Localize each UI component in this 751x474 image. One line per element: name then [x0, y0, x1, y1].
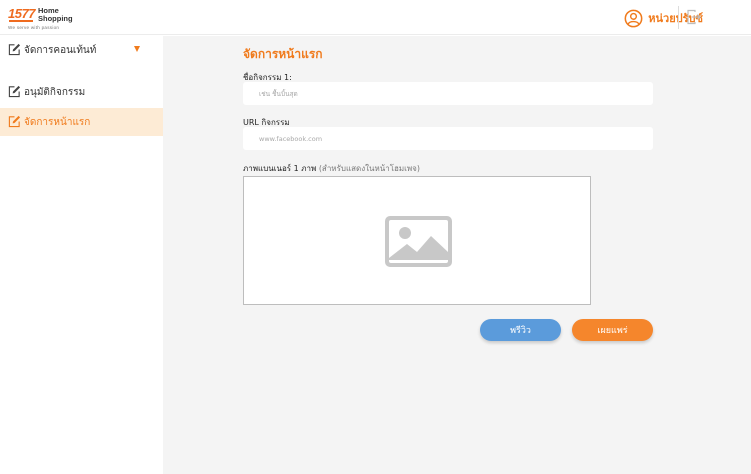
- preview-button[interactable]: พรีวิว: [480, 319, 561, 341]
- logout-icon[interactable]: [686, 9, 702, 25]
- edit-icon: [8, 115, 21, 128]
- main-content: จัดการหน้าแรก ชื่อกิจกรรม 1: URL กิจกรรม…: [163, 36, 751, 474]
- brand-logo[interactable]: 1577 Home Shopping We serve with passion: [8, 7, 98, 31]
- image-placeholder-icon: [385, 216, 452, 267]
- edit-icon: [8, 43, 21, 56]
- publish-button[interactable]: เผยแพร่: [572, 319, 653, 341]
- banner-image-note: (สำหรับแสดงในหน้าโฮมเพจ): [318, 164, 420, 173]
- logo-name: Home Shopping: [38, 6, 73, 23]
- sidebar-item-homepage-management[interactable]: จัดการหน้าแรก: [0, 108, 163, 136]
- page-title: จัดการหน้าแรก: [243, 47, 323, 61]
- logo-tagline: We serve with passion: [8, 25, 60, 30]
- sidebar-item-label: จัดการคอนเท้นท์: [24, 44, 97, 56]
- sidebar-item-approve-activities[interactable]: อนุมัติกิจกรรม: [0, 78, 163, 106]
- banner-image-label: ภาพแบนเนอร์ 1 ภาพ (สำหรับแสดงในหน้าโฮมเพ…: [243, 162, 420, 175]
- sidebar-item-label: อนุมัติกิจกรรม: [24, 86, 86, 98]
- activity-name-input[interactable]: [243, 82, 653, 105]
- sidebar: จัดการคอนเท้นท์ อนุมัติกิจกรรม จัดการหน้…: [0, 36, 163, 474]
- user-circle-icon: [624, 9, 643, 27]
- logo-number: 1577: [8, 6, 35, 21]
- edit-icon: [8, 85, 21, 98]
- top-bar: 1577 Home Shopping We serve with passion …: [0, 0, 751, 35]
- banner-image-label-text: ภาพแบนเนอร์ 1 ภาพ: [243, 164, 317, 173]
- activity-url-input[interactable]: [243, 127, 653, 150]
- sidebar-item-label: จัดการหน้าแรก: [24, 116, 91, 128]
- header-divider: [678, 6, 679, 29]
- logo-underline: [9, 20, 33, 22]
- sidebar-item-content-management[interactable]: จัดการคอนเท้นท์: [0, 36, 163, 64]
- banner-image-upload[interactable]: [243, 176, 591, 305]
- caret-down-icon[interactable]: [134, 46, 140, 52]
